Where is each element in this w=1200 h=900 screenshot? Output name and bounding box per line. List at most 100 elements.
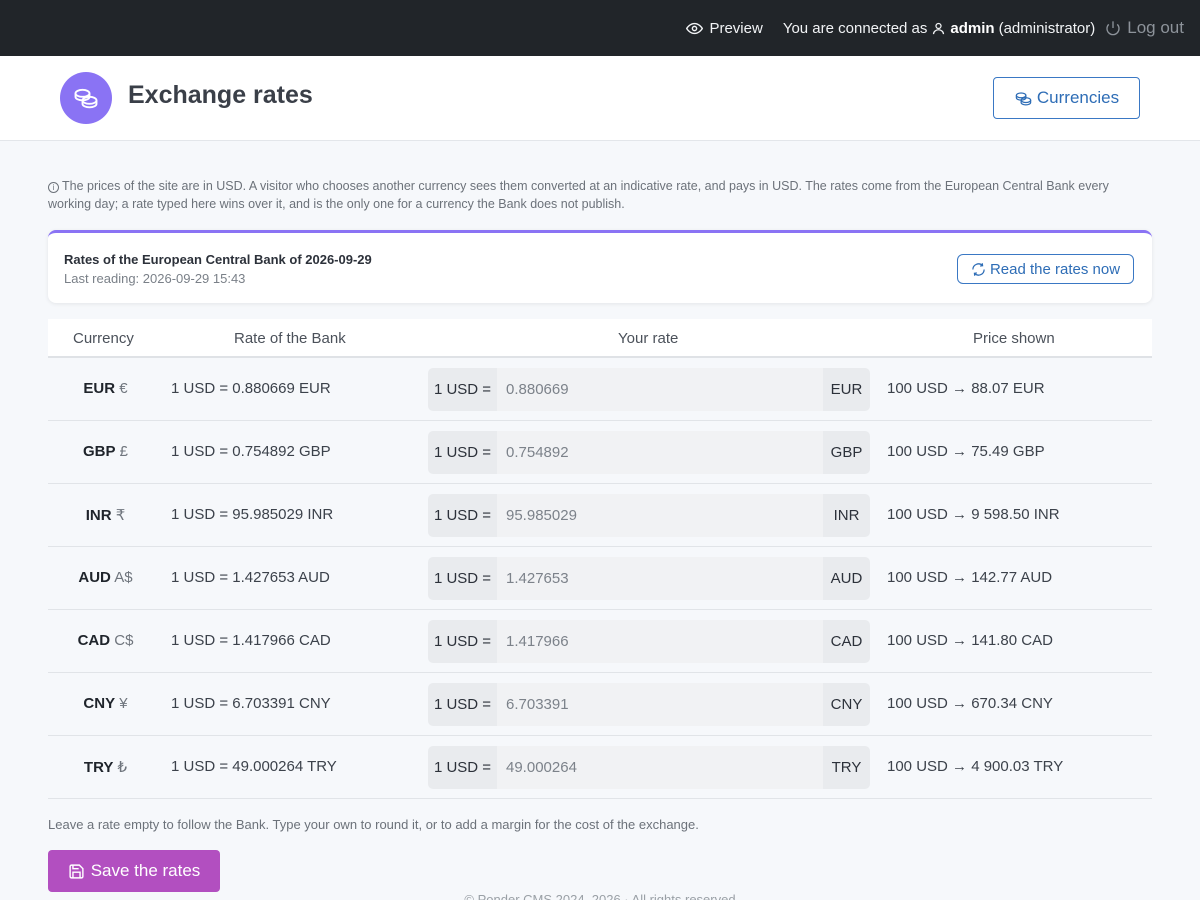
- coins-icon: [74, 88, 98, 109]
- header-price-shown: Price shown: [973, 330, 1055, 347]
- currency-symbol: ₺: [117, 759, 128, 776]
- bank-rate: 1 USD = 0.754892 GBP: [171, 443, 331, 460]
- price-shown: 100 USD → 670.34 CNY: [887, 695, 1053, 712]
- preview-label: Preview: [709, 19, 763, 37]
- ecb-last-reading: Last reading: 2026-09-29 15:43: [64, 271, 246, 286]
- rate-input[interactable]: [497, 557, 823, 600]
- eye-icon: [686, 22, 704, 34]
- rate-prefix: 1 USD =: [428, 683, 497, 726]
- rate-suffix: TRY: [823, 746, 870, 789]
- price-shown: 100 USD → 88.07 EUR: [887, 380, 1045, 397]
- price-shown: 100 USD → 75.49 GBP: [887, 443, 1045, 460]
- rate-prefix: 1 USD =: [428, 746, 497, 789]
- logout-link[interactable]: Log out: [1105, 18, 1184, 38]
- table-body: EUR €1 USD = 0.880669 EUR1 USD =EUR100 U…: [48, 358, 1152, 799]
- your-rate-group: 1 USD = CAD: [428, 620, 870, 663]
- bank-rate: 1 USD = 95.985029 INR: [171, 506, 334, 523]
- page-badge: [60, 72, 112, 124]
- currency-symbol: ₹: [115, 507, 126, 524]
- page-title: Exchange rates: [128, 81, 313, 109]
- currency-cell: EUR €: [48, 380, 163, 397]
- bank-rate: 1 USD = 1.427653 AUD: [171, 569, 330, 586]
- rate-suffix: CAD: [823, 620, 870, 663]
- rate-suffix: CNY: [823, 683, 870, 726]
- currency-code: EUR: [83, 380, 116, 397]
- your-rate-group: 1 USD = CNY: [428, 683, 870, 726]
- rate-input[interactable]: [497, 368, 823, 411]
- user-icon: [933, 22, 945, 34]
- table-row: CNY ¥1 USD = 6.703391 CNY1 USD =CNY100 U…: [48, 673, 1152, 736]
- currency-code: GBP: [82, 443, 116, 460]
- bank-rate: 1 USD = 6.703391 CNY: [171, 695, 331, 712]
- currency-code: AUD: [78, 569, 111, 586]
- top-bar: Preview You are connected as admin (admi…: [0, 0, 1200, 56]
- bank-rate: 1 USD = 0.880669 EUR: [171, 380, 331, 397]
- price-shown: 100 USD → 4 900.03 TRY: [887, 758, 1064, 775]
- rate-suffix: INR: [823, 494, 870, 537]
- footer: © Ponder CMS 2024–2026 · All rights rese…: [464, 892, 736, 900]
- power-icon: [1106, 21, 1120, 36]
- currencies-label: Currencies: [1036, 88, 1120, 107]
- table-row: EUR €1 USD = 0.880669 EUR1 USD =EUR100 U…: [48, 358, 1152, 421]
- table-row: CAD C$ 1 USD = 1.417966 CAD 1 USD = CAD 100 …: [48, 610, 1152, 673]
- currency-cell: GBP £: [48, 443, 163, 460]
- hint-text: Leave a rate empty to follow the Bank. T…: [48, 817, 699, 832]
- rate-input[interactable]: [497, 683, 823, 726]
- rate-prefix: 1 USD =: [428, 494, 497, 537]
- rate-input[interactable]: [497, 620, 823, 663]
- table-row: GBP £ 1 USD = 0.754892 GBP 1 USD = GBP 100 U…: [48, 421, 1152, 484]
- rate-input[interactable]: [497, 746, 823, 789]
- rate-prefix: 1 USD =: [428, 620, 497, 663]
- preview-link[interactable]: Preview: [686, 19, 763, 37]
- currency-code: CNY: [83, 695, 116, 712]
- rate-input[interactable]: [497, 431, 823, 474]
- info-icon: i: [48, 182, 59, 193]
- rate-prefix: 1 USD =: [428, 368, 497, 411]
- currency-code: INR: [85, 507, 112, 524]
- user-role: (administrator): [998, 19, 1096, 37]
- bank-rate: 1 USD = 1.417966 CAD: [171, 632, 331, 649]
- rate-suffix: AUD: [823, 557, 870, 600]
- header-your-rate: Your rate: [618, 330, 679, 347]
- save-icon: [69, 863, 84, 879]
- table-row: INR ₹1 USD = 95.985029 INR1 USD =INR100 …: [48, 484, 1152, 547]
- rate-input[interactable]: [497, 494, 823, 537]
- page-header: Exchange rates Currencies: [0, 56, 1200, 141]
- info-note: i The prices of the site are in USD. A vi…: [48, 177, 1148, 213]
- table-header: Currency Rate of the Bank Your rate Pric…: [48, 319, 1152, 358]
- currencies-button[interactable]: Currencies: [993, 77, 1140, 119]
- your-rate-group: 1 USD = TRY: [428, 746, 870, 789]
- coins-icon: [1015, 91, 1032, 105]
- user-name: admin: [950, 19, 995, 37]
- currency-symbol: £: [119, 443, 129, 460]
- table-row: AUD A$ 1 USD = 1.427653 AUD 1 USD = AUD 100 …: [48, 547, 1152, 610]
- your-rate-group: 1 USD = INR: [428, 494, 870, 537]
- header-currency: Currency: [73, 330, 134, 347]
- currency-cell: CNY ¥: [48, 695, 163, 712]
- currency-cell: AUD A$: [48, 569, 163, 586]
- rate-prefix: 1 USD =: [428, 431, 497, 474]
- currency-symbol: €: [119, 380, 128, 397]
- save-rates-button[interactable]: Save the rates: [48, 850, 220, 892]
- read-rates-label: Read the rates now: [989, 260, 1121, 278]
- table-row: TRY ₺ 1 USD = 49.000264 TRY 1 USD = TRY 100 …: [48, 736, 1152, 799]
- your-rate-group: 1 USD = AUD: [428, 557, 870, 600]
- currency-code: TRY: [83, 759, 114, 776]
- currency-code: CAD: [77, 632, 111, 649]
- connected-user: You are connected as admin (administrato…: [783, 20, 1095, 37]
- currency-symbol: A$: [114, 569, 133, 586]
- currency-cell: CAD C$: [48, 632, 163, 649]
- read-rates-button[interactable]: Read the rates now: [957, 254, 1134, 284]
- price-shown: 100 USD → 142.77 AUD: [887, 569, 1053, 586]
- your-rate-group: 1 USD = EUR: [428, 368, 870, 411]
- rate-prefix: 1 USD =: [428, 557, 497, 600]
- rate-suffix: EUR: [823, 368, 870, 411]
- price-shown: 100 USD → 141.80 CAD: [887, 632, 1053, 649]
- currency-symbol: C$: [114, 632, 134, 649]
- ecb-title: Rates of the European Central Bank of 20…: [64, 252, 372, 267]
- header-bank-rate: Rate of the Bank: [234, 330, 346, 347]
- currency-cell: INR ₹: [48, 506, 163, 524]
- refresh-icon: [972, 262, 985, 276]
- currency-cell: TRY ₺: [48, 758, 163, 776]
- currency-symbol: ¥: [119, 695, 128, 712]
